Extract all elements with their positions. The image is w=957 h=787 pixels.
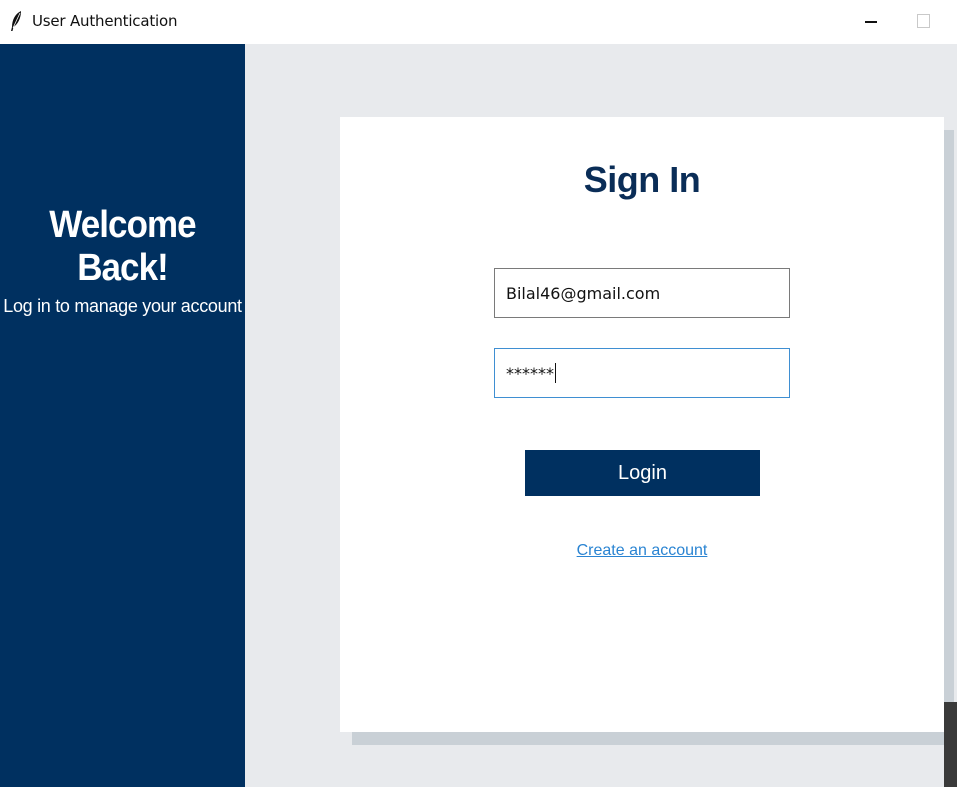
minimize-button[interactable] — [857, 8, 887, 34]
title-bar: User Authentication — [0, 0, 957, 44]
welcome-sidebar: Welcome Back! Log in to manage your acco… — [0, 44, 245, 787]
signin-title: Sign In — [583, 159, 701, 200]
window-title: User Authentication — [32, 12, 178, 30]
text-caret — [555, 363, 556, 383]
password-field[interactable]: ****** — [494, 348, 790, 398]
feather-icon — [11, 11, 21, 31]
welcome-subtitle: Log in to manage your account — [3, 296, 242, 316]
login-button[interactable]: Login — [525, 450, 760, 496]
main-area: Sign In Bilal46@gmail.com ****** Login C… — [245, 44, 957, 787]
maximize-button[interactable] — [908, 8, 938, 34]
welcome-title: Welcome Back! — [49, 204, 196, 289]
password-value: ****** — [506, 363, 554, 383]
email-field[interactable]: Bilal46@gmail.com — [494, 268, 790, 318]
email-value: Bilal46@gmail.com — [506, 283, 661, 303]
scrollbar-thumb[interactable] — [944, 702, 957, 787]
signin-card: Sign In Bilal46@gmail.com ****** Login C… — [340, 117, 944, 732]
create-account-link[interactable]: Create an account — [340, 542, 944, 560]
